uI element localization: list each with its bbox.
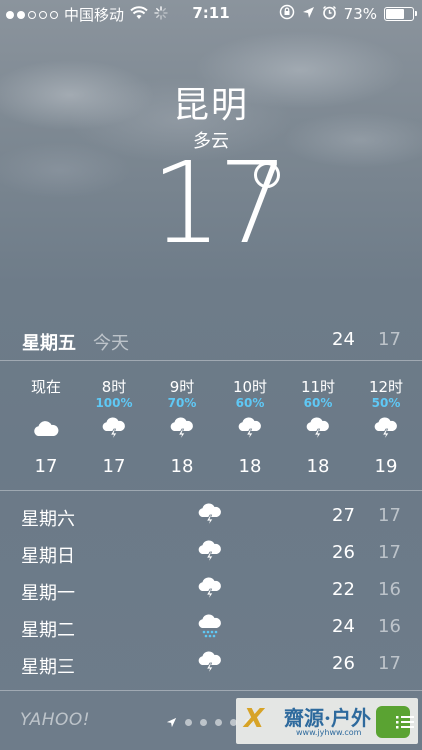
hour-precipitation: 100% [95,396,133,410]
hour-temperature: 18 [238,456,262,477]
day-name: 星期二 [21,620,75,641]
page-dot [200,719,207,726]
hour-time: 10时 [232,378,268,396]
hour-precipitation [16,396,76,412]
hour-temperature: 17 [34,456,58,477]
day-low-temp: 17 [378,505,401,526]
hour-time: 11时 [300,378,336,396]
hourly-item: 12时 50% 19 [356,376,416,477]
day-low-temp: 16 [378,579,401,600]
hour-precipitation: 50% [371,396,401,410]
hour-time: 8时 [101,378,127,396]
hourly-item: 10时 60% 18 [220,376,280,477]
thunderstorm-icon [220,414,280,444]
divider [0,360,422,361]
daily-row: 星期一 22 16 [0,572,422,608]
yahoo-logo-link[interactable]: YAHOO! [20,710,90,730]
watermark-url: www.jyhww.com [296,728,362,737]
today-weekday: 星期五 [22,333,76,354]
hour-time: 9时 [169,378,195,396]
rain-icon [196,613,224,639]
day-name: 星期日 [21,546,75,567]
cloud-icon [16,414,76,444]
battery-icon [384,7,417,21]
day-high-temp: 22 [332,579,355,600]
divider [0,490,422,491]
battery-percent: 73% [343,5,377,23]
list-menu-icon[interactable] [396,714,414,733]
thunderstorm-icon [288,414,348,444]
day-high-temp: 26 [332,653,355,674]
hourly-item: 现在 17 [16,376,76,477]
thunderstorm-icon [196,539,224,565]
location-arrow-icon [166,713,177,732]
day-low-temp: 16 [378,616,401,637]
hour-precipitation: 60% [235,396,265,410]
today-low-temp: 17 [378,329,401,350]
thunderstorm-icon [196,502,224,528]
hour-temperature: 18 [306,456,330,477]
daily-row: 星期日 26 17 [0,535,422,571]
hour-time: 12时 [368,378,404,396]
day-low-temp: 17 [378,542,401,563]
alarm-clock-icon [322,5,337,24]
daily-row: 星期二 24 16 [0,609,422,645]
day-low-temp: 17 [378,653,401,674]
hour-time: 现在 [30,378,61,396]
day-name: 星期一 [21,583,75,604]
watermark-text: 齋源·户外 [284,706,371,730]
hour-temperature: 18 [170,456,194,477]
daily-row: 星期三 26 17 [0,646,422,682]
day-name: 星期六 [21,509,75,530]
daily-row: 星期六 27 17 [0,498,422,534]
hourly-item: 8时 100% 17 [84,376,144,477]
hour-precipitation: 70% [167,396,197,410]
page-dot [215,719,222,726]
hourly-item: 11时 60% 18 [288,376,348,477]
day-high-temp: 26 [332,542,355,563]
page-dot [185,719,192,726]
city-name: 昆明 [172,85,249,126]
today-label: 今天 [93,333,129,354]
status-right: 73% [279,4,417,24]
thunderstorm-icon [196,650,224,676]
today-summary-row: 星期五 今天 24 17 [0,323,422,357]
thunderstorm-icon [196,576,224,602]
thunderstorm-icon [152,414,212,444]
degree-symbol [254,162,280,188]
status-bar: 中国移动 7:11 73% [0,0,422,28]
location-arrow-icon [302,5,315,23]
thunderstorm-icon [84,414,144,444]
divider [0,690,422,691]
hour-temperature: 17 [102,456,126,477]
hour-temperature: 19 [374,456,398,477]
hour-precipitation: 60% [303,396,333,410]
thunderstorm-icon [356,414,416,444]
day-high-temp: 24 [332,616,355,637]
watermark-logo: X 齋源·户外 www.jyhww.com [236,698,418,744]
footer-bar: YAHOO! X 齋源·户外 www.jyhww.com [0,696,422,750]
day-name: 星期三 [21,657,75,678]
watermark-mark-icon: X [244,704,265,734]
today-high-temp: 24 [332,329,355,350]
hourly-item: 9时 70% 18 [152,376,212,477]
day-high-temp: 27 [332,505,355,526]
rotation-lock-icon [279,4,295,24]
battery-level [386,9,404,19]
